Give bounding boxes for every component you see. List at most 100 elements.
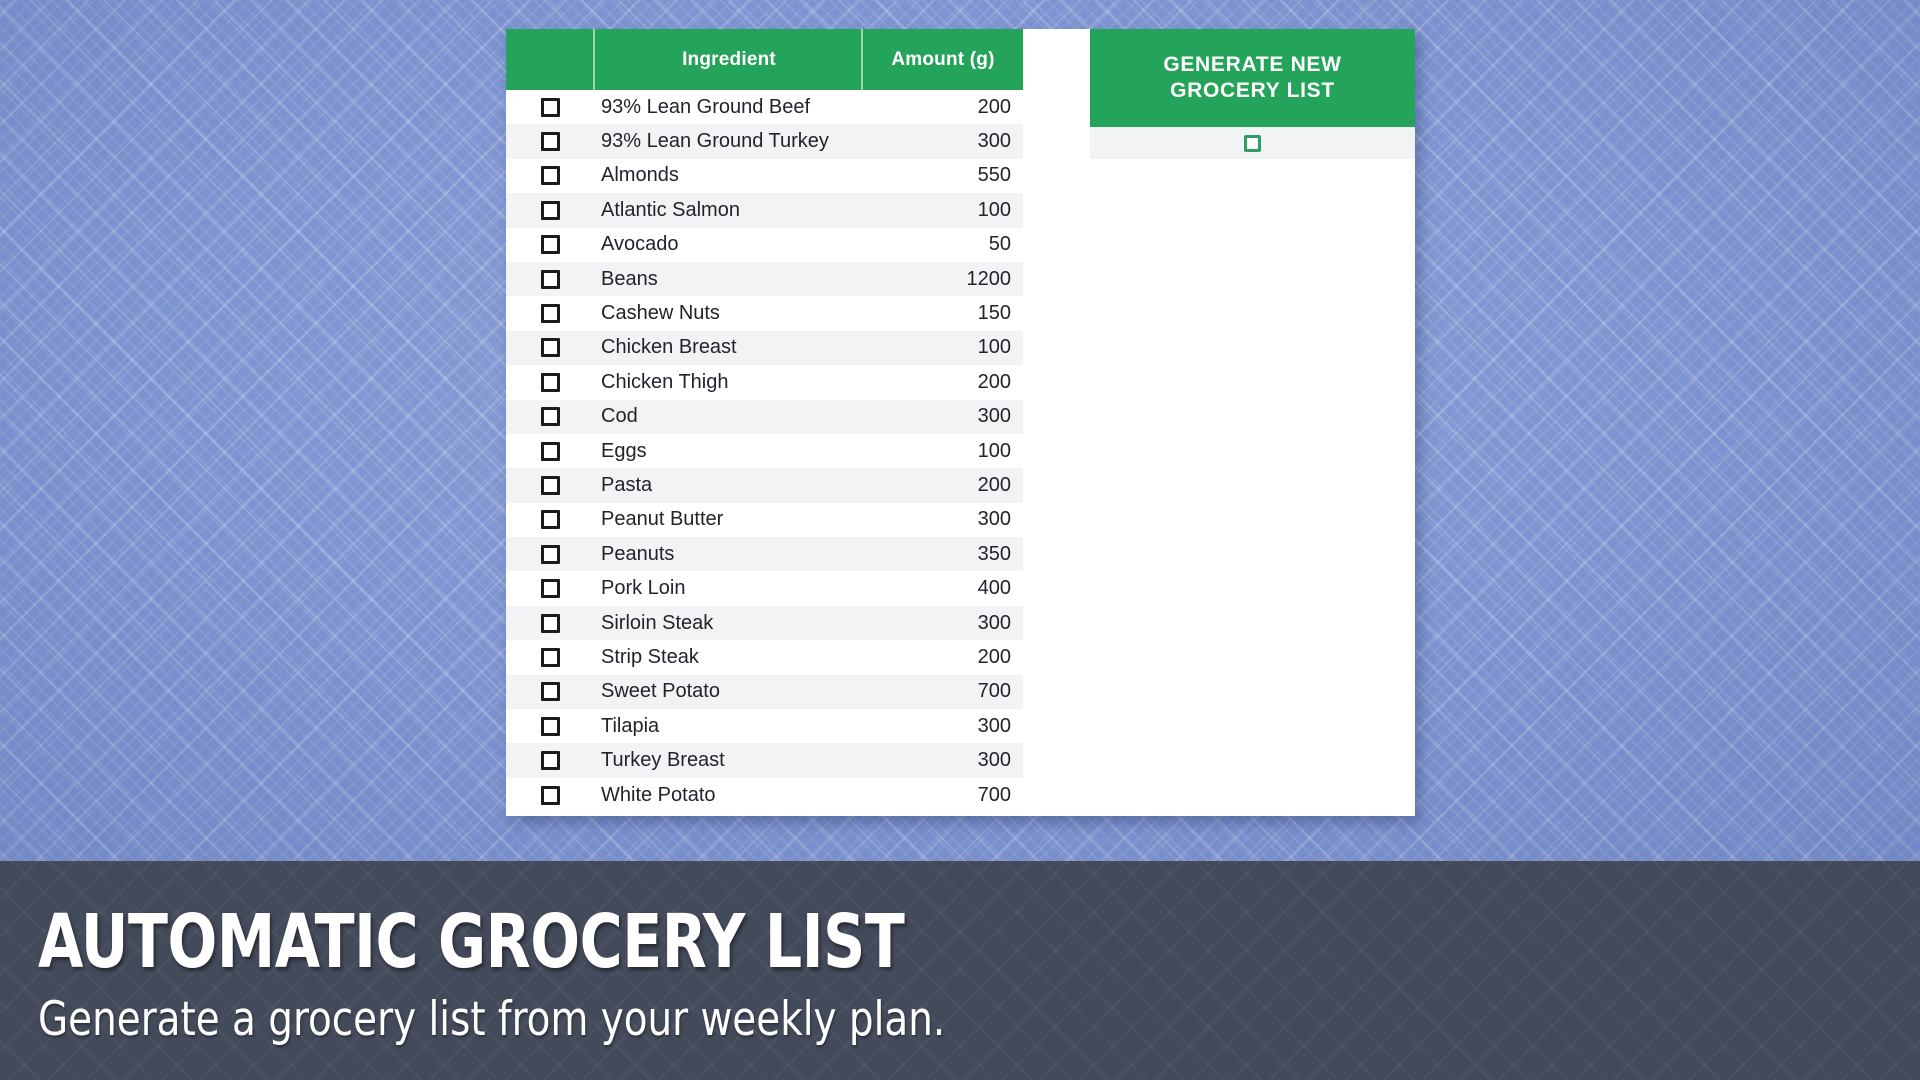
ingredient-amount: 300 bbox=[977, 508, 1011, 531]
ingredient-amount: 300 bbox=[977, 749, 1011, 772]
ingredient-amount: 200 bbox=[977, 370, 1011, 393]
row-checkbox[interactable] bbox=[541, 716, 560, 736]
row-checkbox[interactable] bbox=[541, 579, 560, 599]
row-checkbox[interactable] bbox=[541, 97, 560, 117]
row-checkbox[interactable] bbox=[541, 647, 560, 667]
table-header-row: Ingredient Amount (g) bbox=[506, 29, 1023, 90]
ingredient-amount: 100 bbox=[977, 439, 1011, 462]
generate-checkbox[interactable] bbox=[1244, 134, 1261, 152]
row-checkbox[interactable] bbox=[541, 751, 560, 771]
row-checkbox[interactable] bbox=[541, 613, 560, 633]
row-checkbox-cell bbox=[506, 338, 595, 358]
table-row[interactable]: Atlantic Salmon 100 bbox=[506, 193, 1023, 228]
row-checkbox-cell bbox=[506, 166, 595, 186]
table-row[interactable]: Chicken Breast 100 bbox=[506, 330, 1023, 366]
ingredient-amount: 1200 bbox=[966, 267, 1012, 290]
table-row[interactable]: Eggs 100 bbox=[506, 433, 1023, 469]
row-checkbox-cell bbox=[506, 407, 595, 427]
ingredient-name: Avocado bbox=[601, 233, 679, 256]
ingredient-amount: 550 bbox=[977, 164, 1011, 187]
row-checkbox-cell bbox=[506, 647, 595, 667]
row-checkbox[interactable] bbox=[541, 235, 560, 255]
ingredient-name: Sirloin Steak bbox=[601, 611, 714, 634]
ingredient-amount: 100 bbox=[977, 336, 1011, 359]
ingredient-name: Chicken Breast bbox=[601, 336, 737, 359]
column-header-ingredient: Ingredient bbox=[595, 29, 863, 90]
row-checkbox[interactable] bbox=[541, 510, 560, 530]
ingredient-name: Turkey Breast bbox=[601, 749, 725, 772]
ingredient-name: Atlantic Salmon bbox=[601, 198, 740, 221]
row-checkbox[interactable] bbox=[541, 132, 560, 152]
table-row[interactable]: White Potato 700 bbox=[506, 777, 1023, 813]
ingredient-amount: 200 bbox=[977, 95, 1011, 118]
ingredient-name: Peanuts bbox=[601, 542, 675, 565]
row-checkbox[interactable] bbox=[541, 475, 560, 495]
row-checkbox[interactable] bbox=[541, 200, 560, 220]
row-checkbox[interactable] bbox=[541, 269, 560, 289]
table-row[interactable]: Strip Steak 200 bbox=[506, 640, 1023, 675]
ingredient-name: Almonds bbox=[601, 164, 679, 187]
ingredient-amount: 700 bbox=[977, 680, 1011, 703]
row-checkbox[interactable] bbox=[541, 372, 560, 392]
row-checkbox-cell bbox=[506, 613, 595, 633]
ingredient-amount: 200 bbox=[977, 473, 1011, 496]
ingredient-amount: 700 bbox=[977, 783, 1011, 806]
ingredient-name: Pork Loin bbox=[601, 577, 686, 600]
table-row[interactable]: 93% Lean Ground Beef 200 bbox=[506, 90, 1023, 125]
card-spacer-column bbox=[1023, 29, 1090, 816]
bottom-banner: AUTOMATIC GROCERY LIST Generate a grocer… bbox=[0, 861, 1920, 1080]
generate-new-grocery-list-button[interactable]: GENERATE NEW GROCERY LIST bbox=[1090, 29, 1415, 127]
ingredient-amount: 200 bbox=[977, 645, 1011, 668]
screen: Ingredient Amount (g) 93% Lean Ground Be… bbox=[0, 0, 1920, 1080]
row-checkbox[interactable] bbox=[541, 544, 560, 564]
table-row[interactable]: Sweet Potato 700 bbox=[506, 674, 1023, 710]
row-checkbox-cell bbox=[506, 716, 595, 736]
ingredient-amount: 300 bbox=[977, 405, 1011, 428]
generate-checkbox-row bbox=[1090, 127, 1415, 159]
row-checkbox[interactable] bbox=[541, 338, 560, 358]
table-row[interactable]: Turkey Breast 300 bbox=[506, 743, 1023, 778]
ingredient-amount: 400 bbox=[977, 577, 1011, 600]
table-row[interactable]: Beans 1200 bbox=[506, 261, 1023, 297]
row-checkbox[interactable] bbox=[541, 441, 560, 461]
row-checkbox-cell bbox=[506, 751, 595, 771]
ingredient-amount: 300 bbox=[977, 714, 1011, 737]
table-row[interactable]: Pasta 200 bbox=[506, 468, 1023, 503]
table-row[interactable]: Chicken Thigh 200 bbox=[506, 365, 1023, 400]
row-checkbox-cell bbox=[506, 579, 595, 599]
row-checkbox[interactable] bbox=[541, 166, 560, 186]
row-checkbox-cell bbox=[506, 200, 595, 220]
row-checkbox[interactable] bbox=[541, 304, 560, 324]
table-row[interactable]: Sirloin Steak 300 bbox=[506, 605, 1023, 641]
row-checkbox-cell bbox=[506, 544, 595, 564]
table-row[interactable]: Avocado 50 bbox=[506, 227, 1023, 262]
table-row[interactable]: Peanut Butter 300 bbox=[506, 502, 1023, 538]
ingredient-amount: 300 bbox=[977, 130, 1011, 153]
ingredient-amount: 300 bbox=[977, 611, 1011, 634]
ingredient-amount: 100 bbox=[977, 198, 1011, 221]
table-row[interactable]: Cod 300 bbox=[506, 399, 1023, 434]
ingredient-name: 93% Lean Ground Turkey bbox=[601, 130, 829, 153]
row-checkbox[interactable] bbox=[541, 785, 560, 805]
ingredient-name: Cashew Nuts bbox=[601, 302, 720, 325]
table-row[interactable]: Cashew Nuts 150 bbox=[506, 296, 1023, 331]
table-body: 93% Lean Ground Beef 200 93% Lean Ground T… bbox=[506, 90, 1023, 813]
table-row[interactable]: Peanuts 350 bbox=[506, 537, 1023, 572]
ingredient-name: Cod bbox=[601, 405, 638, 428]
table-row[interactable]: Tilapia 300 bbox=[506, 709, 1023, 744]
row-checkbox-cell bbox=[506, 97, 595, 117]
table-row[interactable]: 93% Lean Ground Turkey 300 bbox=[506, 124, 1023, 159]
ingredient-amount: 350 bbox=[977, 542, 1011, 565]
row-checkbox-cell bbox=[506, 475, 595, 495]
column-header-amount: Amount (g) bbox=[891, 48, 995, 70]
row-checkbox[interactable] bbox=[541, 407, 560, 427]
column-header-checkbox bbox=[506, 29, 595, 90]
row-checkbox-cell bbox=[506, 682, 595, 702]
table-row[interactable]: Almonds 550 bbox=[506, 158, 1023, 194]
ingredient-amount: 50 bbox=[988, 233, 1011, 256]
ingredient-name: Sweet Potato bbox=[601, 680, 720, 703]
table-row[interactable]: Pork Loin 400 bbox=[506, 571, 1023, 606]
ingredient-name: Beans bbox=[601, 267, 658, 290]
ingredient-name: 93% Lean Ground Beef bbox=[601, 95, 811, 118]
row-checkbox[interactable] bbox=[541, 682, 560, 702]
